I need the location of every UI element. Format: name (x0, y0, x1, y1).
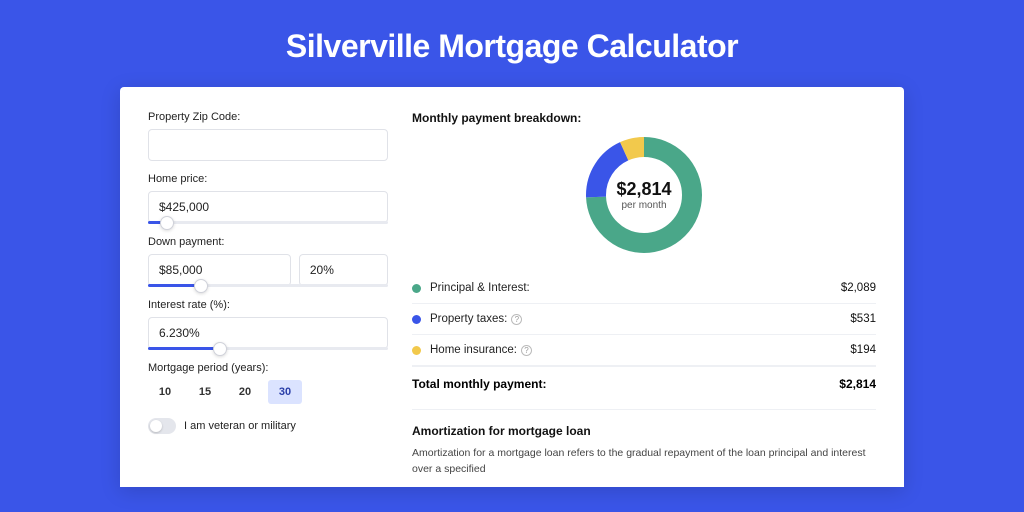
legend-dot-icon (412, 315, 421, 324)
home-price-field: Home price: (148, 173, 388, 224)
info-icon[interactable]: ? (521, 345, 532, 356)
home-price-label: Home price: (148, 173, 388, 185)
donut-chart-wrap: $2,814 per month (412, 135, 876, 255)
veteran-row: I am veteran or military (148, 418, 388, 434)
input-panel: Property Zip Code: Home price: Down paym… (148, 111, 388, 487)
down-payment-amount-input[interactable] (148, 254, 291, 286)
legend-label-insurance: Home insurance: ? (430, 344, 850, 356)
page-title: Silverville Mortgage Calculator (0, 0, 1024, 87)
home-price-input[interactable] (148, 191, 388, 223)
period-btn-15[interactable]: 15 (188, 380, 222, 404)
legend-row-insurance: Home insurance: ? $194 (412, 335, 876, 366)
legend-row-taxes: Property taxes: ? $531 (412, 304, 876, 335)
home-price-slider[interactable] (148, 221, 388, 224)
info-icon[interactable]: ? (511, 314, 522, 325)
interest-rate-field: Interest rate (%): (148, 299, 388, 350)
legend-label-insurance-text: Home insurance: (430, 344, 517, 356)
down-payment-field: Down payment: (148, 236, 388, 287)
legend-value-insurance: $194 (850, 344, 876, 356)
veteran-toggle[interactable] (148, 418, 176, 434)
legend-value-taxes: $531 (850, 313, 876, 325)
down-payment-slider[interactable] (148, 284, 388, 287)
period-btn-30[interactable]: 30 (268, 380, 302, 404)
legend-value-principal: $2,089 (841, 282, 876, 294)
legend-row-principal: Principal & Interest: $2,089 (412, 273, 876, 304)
calculator-card: Property Zip Code: Home price: Down paym… (120, 87, 904, 487)
veteran-label: I am veteran or military (184, 420, 296, 432)
donut-chart: $2,814 per month (584, 135, 704, 255)
period-options: 10 15 20 30 (148, 380, 388, 404)
donut-amount: $2,814 (616, 179, 671, 200)
zip-input[interactable] (148, 129, 388, 161)
down-payment-percent-input[interactable] (299, 254, 388, 286)
amortization-section: Amortization for mortgage loan Amortizat… (412, 409, 876, 478)
legend-dot-icon (412, 346, 421, 355)
total-value: $2,814 (839, 377, 876, 391)
amortization-title: Amortization for mortgage loan (412, 424, 876, 438)
donut-center: $2,814 per month (584, 135, 704, 255)
results-panel: Monthly payment breakdown: $2,814 per mo… (412, 111, 876, 487)
legend-label-principal: Principal & Interest: (430, 282, 841, 294)
total-label: Total monthly payment: (412, 377, 546, 391)
legend-label-taxes: Property taxes: ? (430, 313, 850, 325)
legend-label-taxes-text: Property taxes: (430, 313, 507, 325)
period-btn-10[interactable]: 10 (148, 380, 182, 404)
period-label: Mortgage period (years): (148, 362, 388, 374)
donut-sub: per month (621, 200, 666, 211)
zip-label: Property Zip Code: (148, 111, 388, 123)
total-row: Total monthly payment: $2,814 (412, 366, 876, 405)
period-btn-20[interactable]: 20 (228, 380, 262, 404)
legend-dot-icon (412, 284, 421, 293)
interest-rate-label: Interest rate (%): (148, 299, 388, 311)
amortization-text: Amortization for a mortgage loan refers … (412, 446, 876, 478)
period-field: Mortgage period (years): 10 15 20 30 (148, 362, 388, 404)
down-payment-label: Down payment: (148, 236, 388, 248)
zip-field: Property Zip Code: (148, 111, 388, 161)
interest-rate-input[interactable] (148, 317, 388, 349)
interest-rate-slider[interactable] (148, 347, 388, 350)
breakdown-title: Monthly payment breakdown: (412, 111, 876, 125)
